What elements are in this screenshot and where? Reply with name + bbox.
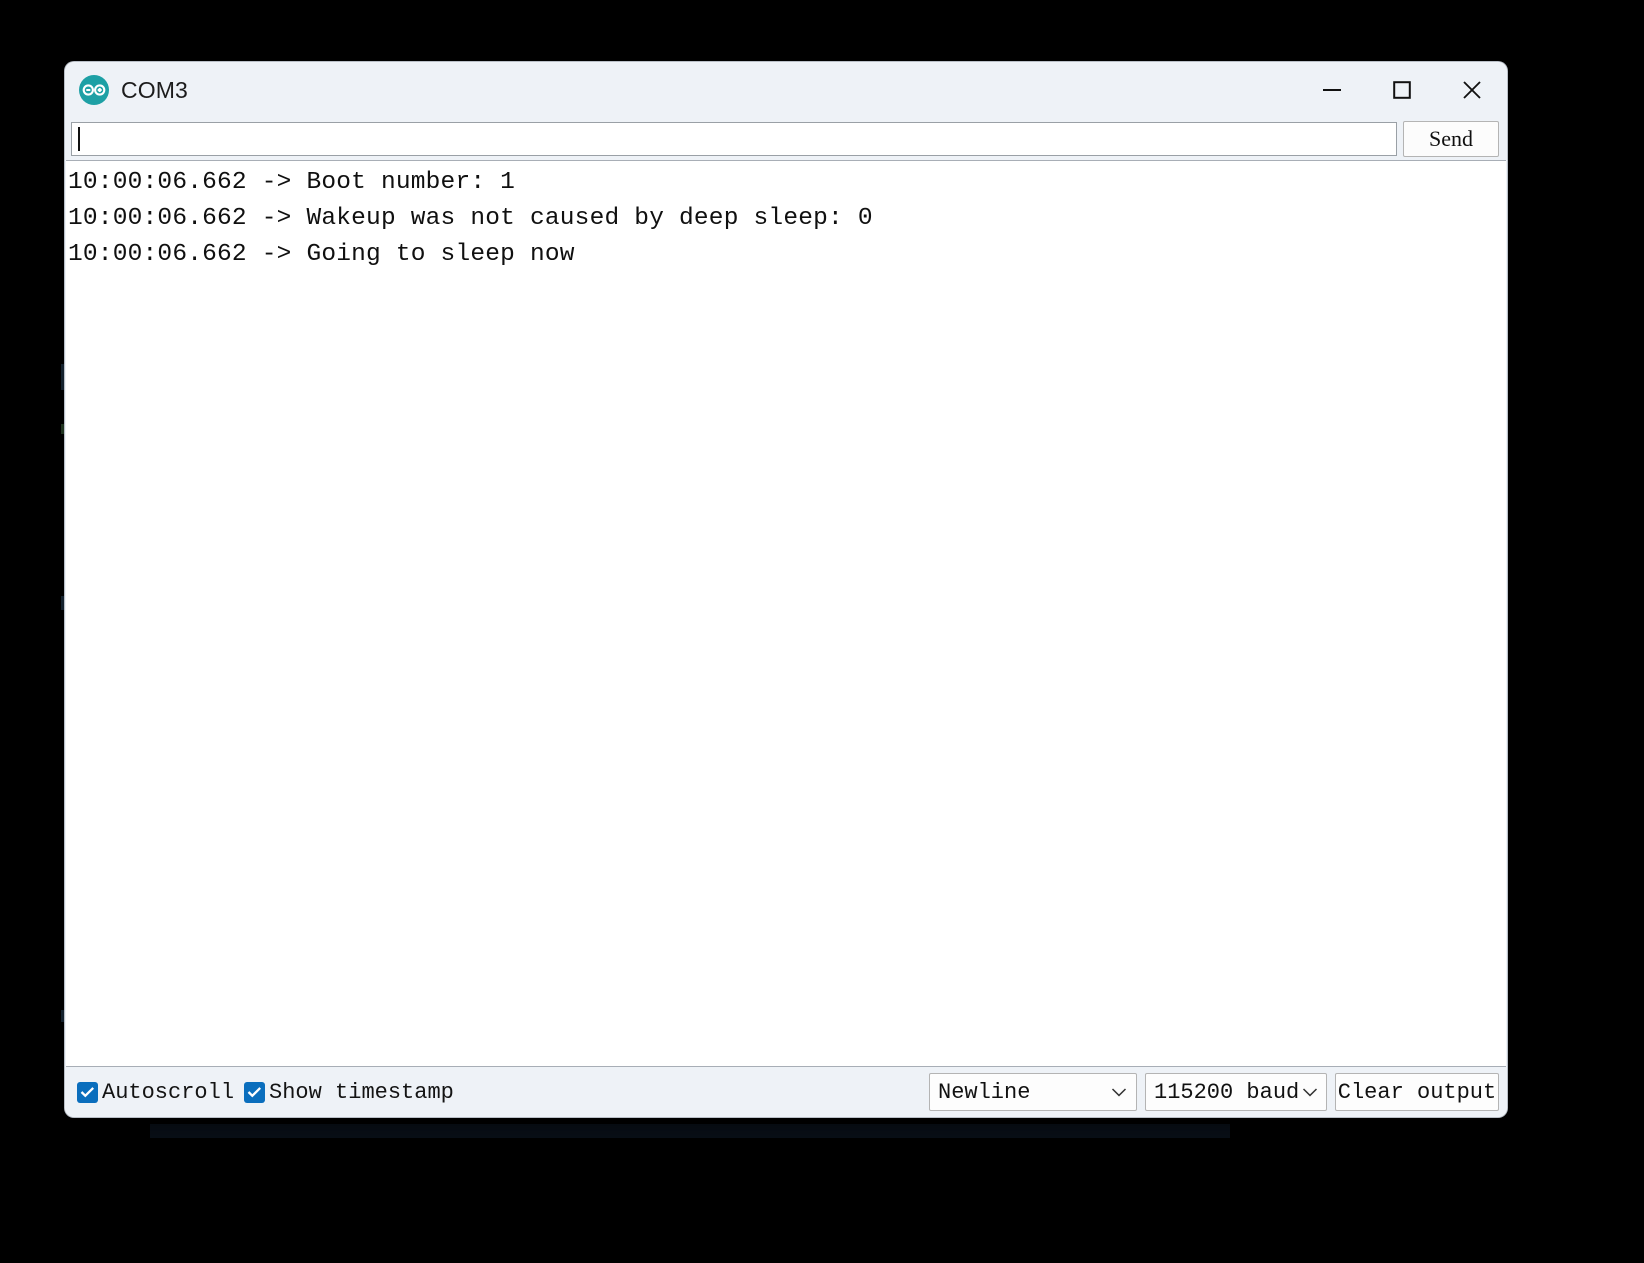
send-button[interactable]: Send — [1403, 121, 1499, 157]
console-output[interactable]: 10:00:06.662 -> Boot number: 1 10:00:06.… — [66, 160, 1506, 1067]
window-title: COM3 — [121, 76, 188, 103]
send-row: Send — [65, 118, 1507, 160]
text-caret — [78, 127, 80, 151]
clear-output-button[interactable]: Clear output — [1335, 1073, 1499, 1111]
autoscroll-checkbox[interactable]: Autoscroll — [77, 1080, 234, 1105]
window-titlebar: COM3 — [65, 62, 1507, 118]
chevron-down-icon — [1299, 1087, 1321, 1097]
log-line: 10:00:06.662 -> Boot number: 1 — [68, 169, 516, 196]
desktop-background: COM3 Send 10:00:06.662 -> Boot number: 1… — [0, 0, 1644, 1263]
baud-rate-value: 115200 baud — [1154, 1079, 1300, 1105]
log-line: 10:00:06.662 -> Wakeup was not caused by… — [68, 205, 873, 232]
line-ending-value: Newline — [938, 1079, 1031, 1105]
bottom-toolbar: Autoscroll Show timestamp Newline 115200… — [65, 1067, 1507, 1117]
show-timestamp-label: Show timestamp — [269, 1079, 454, 1105]
close-icon[interactable] — [1437, 62, 1507, 118]
checkmark-icon — [77, 1081, 98, 1103]
checkmark-icon — [244, 1081, 266, 1103]
chevron-down-icon — [1108, 1087, 1130, 1097]
window-controls — [1297, 62, 1507, 118]
baud-rate-select[interactable]: 115200 baud — [1145, 1073, 1327, 1111]
maximize-icon[interactable] — [1367, 62, 1437, 118]
arduino-infinity-icon — [79, 75, 109, 105]
line-ending-select[interactable]: Newline — [929, 1073, 1137, 1111]
show-timestamp-checkbox[interactable]: Show timestamp — [244, 1080, 454, 1105]
background-artifact — [150, 1124, 1230, 1138]
log-line: 10:00:06.662 -> Going to sleep now — [68, 241, 575, 268]
serial-monitor-window: COM3 Send 10:00:06.662 -> Boot number: 1… — [65, 62, 1507, 1117]
minimize-icon[interactable] — [1297, 62, 1367, 118]
background-artifact — [61, 424, 64, 434]
autoscroll-label: Autoscroll — [102, 1079, 235, 1105]
send-input[interactable] — [71, 122, 1397, 156]
